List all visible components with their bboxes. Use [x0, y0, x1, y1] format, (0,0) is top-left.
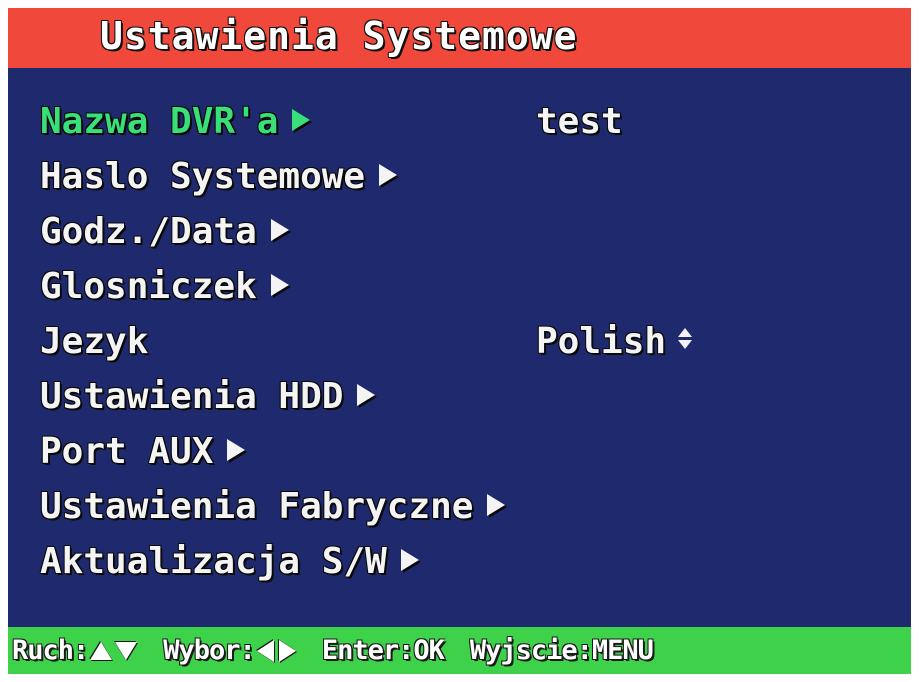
menu-item-label: Jezyk [40, 321, 149, 362]
select-hint: Wybor: [163, 635, 296, 666]
up-down-icon [678, 328, 693, 350]
arrow-right-icon [487, 494, 506, 516]
arrow-right-icon [270, 274, 289, 296]
arrow-right-icon [357, 384, 376, 406]
menu-item-label: Ustawienia HDD [40, 376, 344, 417]
system-settings-menu: Nazwa DVR'a test Haslo Systemowe Godz./D… [40, 94, 900, 589]
down-triangle-icon [115, 641, 138, 660]
menu-item-label: Godz./Data [40, 211, 257, 252]
menu-item-aux-port[interactable]: Port AUX [40, 424, 900, 479]
language-select[interactable]: Polish [536, 314, 693, 369]
arrow-right-icon [292, 109, 311, 131]
dvr-osd-screen: Ustawienia Systemowe Nazwa DVR'a test Ha… [8, 8, 911, 674]
menu-item-time-date[interactable]: Godz./Data [40, 204, 900, 259]
arrow-right-icon [227, 439, 246, 461]
menu-item-label: Nazwa DVR'a [40, 101, 279, 142]
menu-item-speaker[interactable]: Glosniczek [40, 259, 900, 314]
menu-item-label: Port AUX [40, 431, 214, 472]
move-hint-label: Ruch: [12, 635, 89, 666]
key-hint-bar: Ruch: Wybor: Enter:OK Wyjscie:MENU [8, 627, 911, 674]
menu-item-label: Haslo Systemowe [40, 156, 366, 197]
enter-hint: Enter:OK [321, 635, 445, 666]
arrow-right-icon [400, 549, 419, 571]
page-title: Ustawienia Systemowe [100, 14, 578, 58]
language-value: Polish [536, 321, 667, 362]
left-triangle-icon [256, 639, 274, 662]
exit-hint: Wyjscie:MENU [469, 635, 654, 666]
move-hint: Ruch: [12, 635, 138, 666]
menu-item-system-password[interactable]: Haslo Systemowe [40, 149, 900, 204]
up-triangle-icon [90, 641, 113, 660]
menu-item-factory-settings[interactable]: Ustawienia Fabryczne [40, 479, 900, 534]
right-triangle-icon [278, 639, 296, 662]
arrow-right-icon [270, 219, 289, 241]
menu-item-label: Glosniczek [40, 266, 257, 307]
title-bar: Ustawienia Systemowe [8, 8, 911, 68]
menu-item-dvr-name[interactable]: Nazwa DVR'a test [40, 94, 900, 149]
menu-item-language[interactable]: Jezyk Polish [40, 314, 900, 369]
menu-item-hdd-settings[interactable]: Ustawienia HDD [40, 369, 900, 424]
menu-item-label: Aktualizacja S/W [40, 541, 387, 582]
select-hint-label: Wybor: [163, 635, 256, 666]
dvr-name-value: test [536, 101, 623, 142]
arrow-right-icon [379, 164, 398, 186]
menu-item-software-update[interactable]: Aktualizacja S/W [40, 534, 900, 589]
menu-item-label: Ustawienia Fabryczne [40, 486, 474, 527]
